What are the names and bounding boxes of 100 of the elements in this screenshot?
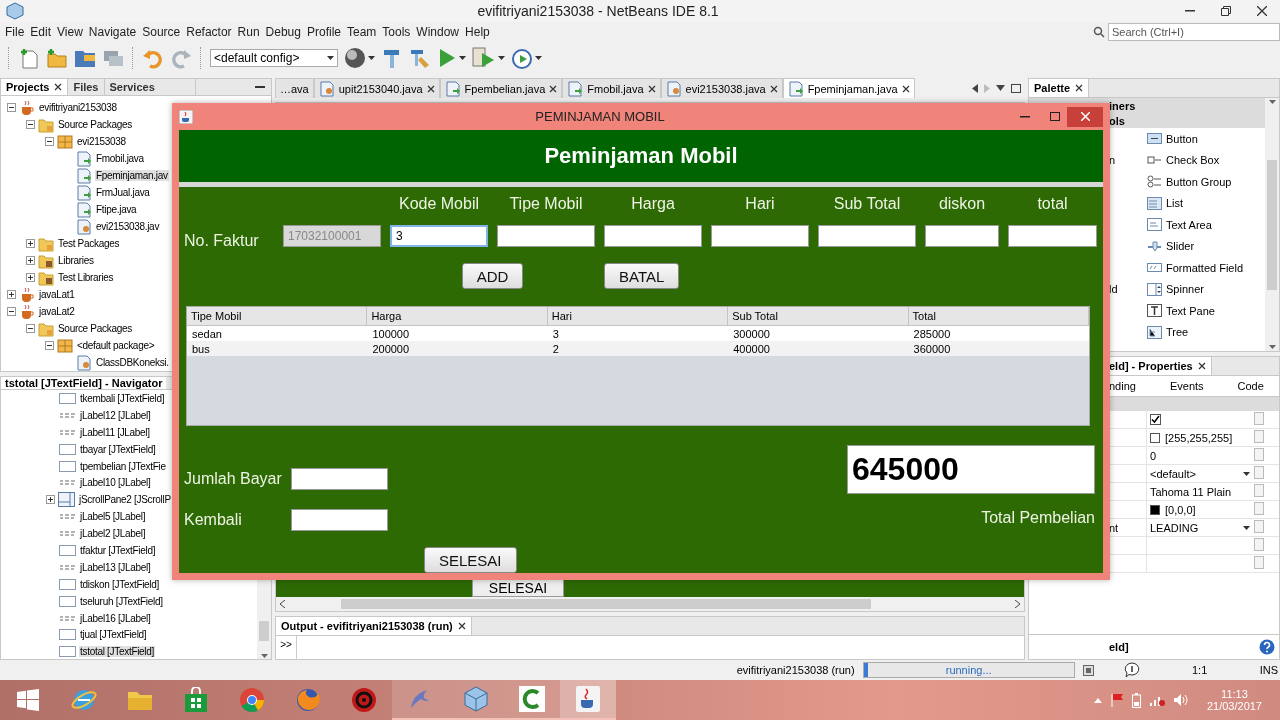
menu-item[interactable]: Help [462,25,493,39]
close-icon[interactable] [54,83,63,91]
menu-item[interactable]: File [2,25,28,39]
stop-icon[interactable] [1082,664,1094,676]
expand-toggle-icon[interactable] [45,137,54,146]
project-node[interactable]: Source Packages [57,119,133,130]
expand-toggle-icon[interactable] [46,495,55,505]
menu-item[interactable]: Debug [262,25,304,39]
battery-icon[interactable] [1131,692,1141,708]
help-icon[interactable] [1259,639,1275,655]
navigator-item[interactable]: jScrollPane2 [JScrollP [78,494,172,506]
menu-item[interactable]: Team [344,25,380,39]
palette-item[interactable]: Button Group [1147,175,1232,189]
menu-item[interactable]: Run [234,25,263,39]
palette-item[interactable]: Check Box [1147,153,1220,167]
properties-tab[interactable]: Code [1237,380,1264,392]
close-icon[interactable] [426,84,435,93]
input-field[interactable] [818,225,916,247]
close-icon[interactable] [549,84,558,93]
palette-category[interactable]: ols [1109,114,1125,127]
checkbox[interactable] [1150,414,1161,425]
navigator-item[interactable]: tfaktur [JTextField] [79,544,157,556]
editor-tab[interactable]: Fpeminjaman.java [782,78,915,98]
menu-item[interactable]: Edit [27,25,55,39]
project-node[interactable]: Fmobil.java [95,153,145,164]
navigator-item[interactable]: tdiskon [JTextField] [79,578,161,590]
property-value[interactable]: <default> [1150,467,1238,480]
property-value[interactable]: [255,255,255] [1165,431,1233,444]
speech-bubble-icon[interactable] [1123,662,1140,678]
project-node[interactable]: evifitriyani2153038 [38,102,118,113]
menu-item[interactable]: Profile [304,25,344,39]
menu-item[interactable]: Source [139,25,184,39]
properties-tab[interactable]: Events [1169,380,1204,392]
project-node[interactable]: ClassDBKoneksi. [95,357,170,368]
navigator-item[interactable]: jLabel5 [JLabel] [79,511,147,523]
editor-tab[interactable]: Fpembelian.java [439,78,563,98]
expand-toggle-icon[interactable] [7,307,16,316]
close-icon[interactable] [457,622,466,630]
project-node[interactable]: Test Packages [57,238,121,249]
palette-item[interactable]: Formatted Field [1147,261,1244,275]
project-node[interactable]: javaLat1 [38,289,76,300]
navigator-item[interactable]: jLabel16 [JLabel] [79,612,152,624]
menu-item[interactable]: Refactor [183,25,235,39]
property-value[interactable]: LEADING [1150,521,1238,534]
new-file-button[interactable] [18,46,40,70]
expand-toggle-icon[interactable] [7,290,16,299]
editor-tab[interactable]: upit2153040.java [313,78,440,98]
cancel-button[interactable]: BATAL [604,263,680,289]
project-node[interactable]: Fpeminjaman.jav [95,170,169,181]
expand-toggle-icon[interactable] [26,324,35,333]
editor-tab[interactable]: …ava [275,78,314,98]
expand-toggle-icon[interactable] [7,103,16,112]
palette-item[interactable]: ld [1109,283,1118,296]
config-dropdown[interactable]: <default config> [210,49,338,67]
navigator-item[interactable]: tpembelian [JTextFie [79,460,167,472]
menu-item[interactable]: Navigate [85,25,140,39]
navigator-item[interactable]: tseluruh [JTextField] [79,595,164,607]
maximize-icon[interactable] [1011,83,1021,93]
palette-item[interactable]: n [1109,154,1116,167]
speaker-icon[interactable] [1172,693,1189,707]
close-icon[interactable] [769,84,778,93]
flag-icon[interactable] [1109,693,1124,707]
palette-item[interactable]: Button [1147,132,1198,146]
project-node[interactable]: FrmJual.java [95,187,151,198]
property-value[interactable]: Tahoma 11 Plain [1150,485,1232,498]
project-node[interactable]: Libraries [57,255,95,266]
browser-button[interactable] [344,46,375,70]
palette-item[interactable]: List [1147,196,1184,210]
panel-tab[interactable]: Palette [1029,79,1090,97]
input-field[interactable] [291,509,388,531]
panel-tab[interactable]: Projects [1,79,69,95]
project-node[interactable]: Ftipe.java [95,204,138,215]
rerun-button[interactable]: >> [276,636,297,659]
properties-tab[interactable]: nding [1109,380,1136,392]
menu-item[interactable]: Window [413,25,463,39]
input-field[interactable] [497,225,595,247]
project-node[interactable]: <default package> [76,340,156,351]
menu-item[interactable]: Tools [379,25,414,39]
palette-category[interactable]: iners [1109,99,1136,112]
expand-toggle-icon[interactable] [26,239,35,248]
left-arrow-icon[interactable] [972,83,978,93]
input-field[interactable] [711,225,809,247]
project-node[interactable]: evi2153038 [76,136,127,147]
navigator-item[interactable]: tkembali [JTextField] [79,392,166,404]
palette-item[interactable]: Spinner [1147,282,1204,296]
expand-toggle-icon[interactable] [26,120,35,129]
profile-button[interactable] [511,46,542,70]
navigator-item[interactable]: tbayar [JTextField] [79,443,157,455]
search-field[interactable]: Search (Ctrl+I) [1108,23,1280,41]
property-value[interactable]: [0,0,0] [1165,503,1196,516]
finish-button[interactable]: SELESAI [424,547,517,573]
panel-tab[interactable]: Output - evifitriyani2153038 (run) [276,617,472,635]
total-field[interactable]: 645000 [847,445,1095,494]
scrollbar-thumb[interactable] [1267,159,1277,290]
navigator-item[interactable]: jLabel2 [JLabel] [79,528,147,540]
input-field[interactable] [291,468,388,490]
debug-button[interactable] [472,46,505,70]
expand-toggle-icon[interactable] [45,341,54,350]
up-caret-icon[interactable] [1093,697,1102,703]
close-icon[interactable] [901,84,910,93]
